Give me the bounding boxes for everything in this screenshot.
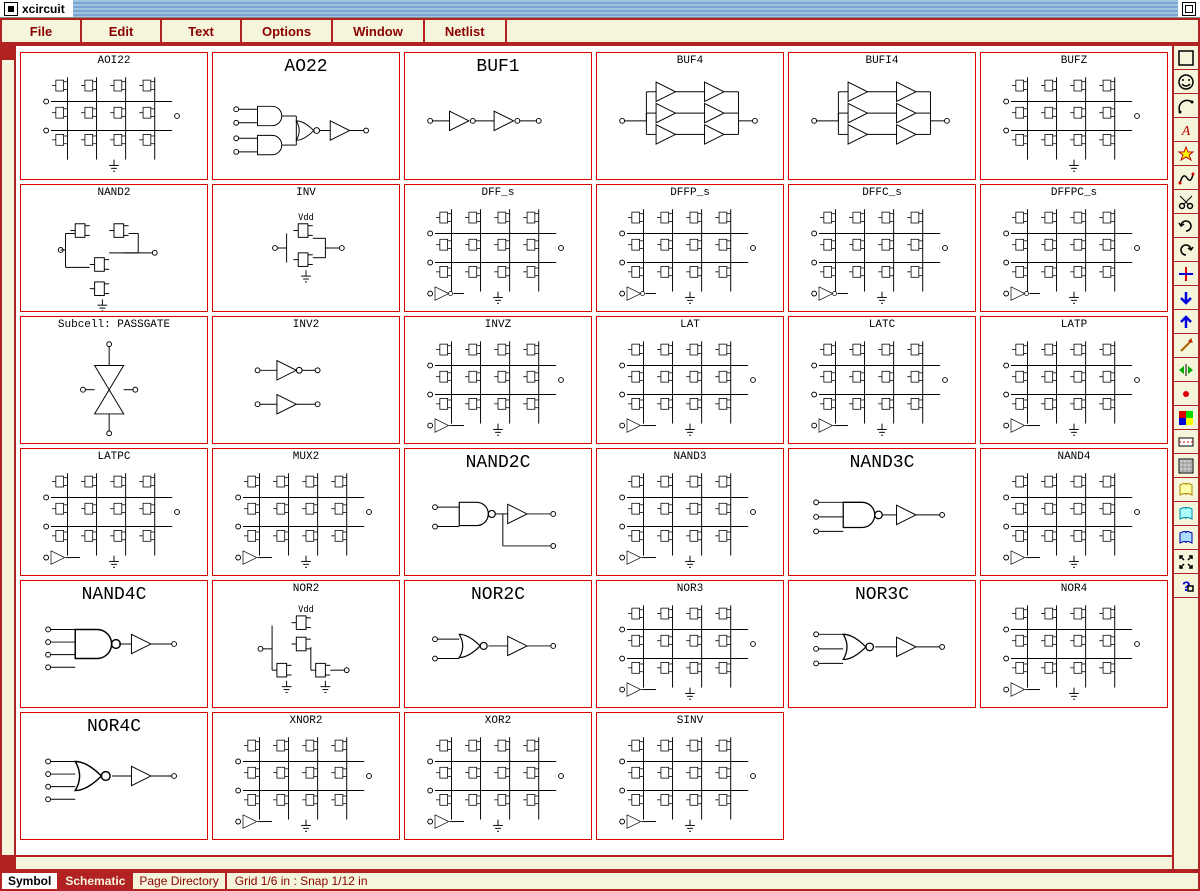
library-grid: AOI22AO22BUF1BUF4BUFI4BUFZNAND2INVVddDFF… — [20, 52, 1168, 851]
library-cell[interactable]: NAND2 — [20, 184, 208, 312]
library-cell[interactable]: DFF_s — [404, 184, 592, 312]
library-cell[interactable]: LAT — [596, 316, 784, 444]
colors-icon[interactable] — [1174, 406, 1198, 430]
book2-icon[interactable] — [1174, 502, 1198, 526]
menu-options[interactable]: Options — [242, 20, 333, 42]
library-cell[interactable]: LATC — [788, 316, 976, 444]
help-icon[interactable]: ? — [1174, 574, 1198, 598]
library-cell[interactable]: XOR2 — [404, 712, 592, 840]
library-cell[interactable]: INVZ — [404, 316, 592, 444]
library-cell[interactable]: AOI22 — [20, 52, 208, 180]
library-cell[interactable]: NOR4 — [980, 580, 1168, 708]
book3-icon[interactable] — [1174, 526, 1198, 550]
library-cell[interactable]: BUF1 — [404, 52, 592, 180]
svg-text:Vdd: Vdd — [298, 213, 314, 223]
menu-edit[interactable]: Edit — [82, 20, 162, 42]
library-cell[interactable]: LATP — [980, 316, 1168, 444]
library-cell[interactable]: NOR3 — [596, 580, 784, 708]
curve-icon[interactable] — [1174, 166, 1198, 190]
arc-icon[interactable] — [1174, 94, 1198, 118]
menu-netlist[interactable]: Netlist — [425, 20, 507, 42]
up-arrow-icon[interactable] — [1174, 310, 1198, 334]
library-cell[interactable]: NAND3C — [788, 448, 976, 576]
library-cell[interactable]: SINV — [596, 712, 784, 840]
library-cell[interactable]: DFFPC_s — [980, 184, 1168, 312]
rotate-cw-icon[interactable] — [1174, 214, 1198, 238]
text-a-icon[interactable]: A — [1174, 118, 1198, 142]
library-cell[interactable]: NAND3 — [596, 448, 784, 576]
library-cell[interactable]: NAND2C — [404, 448, 592, 576]
menu-file[interactable]: File — [2, 20, 82, 42]
library-cell[interactable]: NOR2Vdd — [212, 580, 400, 708]
main-area: AOI22AO22BUF1BUF4BUFI4BUFZNAND2INVVddDFF… — [0, 44, 1200, 871]
book1-icon[interactable] — [1174, 478, 1198, 502]
menu-window[interactable]: Window — [333, 20, 425, 42]
library-cell[interactable]: NAND4C — [20, 580, 208, 708]
window-menu-icon[interactable] — [4, 2, 18, 16]
library-cell[interactable]: NOR2C — [404, 580, 592, 708]
library-cell[interactable]: XNOR2 — [212, 712, 400, 840]
mirror-arrows-icon[interactable] — [1174, 358, 1198, 382]
statusbar: Symbol Schematic Page Directory Grid 1/6… — [0, 871, 1200, 891]
library-cell[interactable]: DFFC_s — [788, 184, 976, 312]
cross-icon[interactable] — [1174, 262, 1198, 286]
menubar: File Edit Text Options Window Netlist — [0, 18, 1200, 44]
library-cell[interactable]: INVVdd — [212, 184, 400, 312]
svg-text:Vdd: Vdd — [298, 605, 314, 615]
schematic-button[interactable]: Schematic — [59, 873, 133, 889]
page-directory-button[interactable]: Page Directory — [133, 873, 226, 889]
wand-icon[interactable] — [1174, 334, 1198, 358]
status-text: Grid 1/6 in : Snap 1/12 in — [227, 873, 1198, 889]
dashed-icon[interactable] — [1174, 430, 1198, 454]
maximize-icon[interactable] — [1182, 2, 1196, 16]
library-cell[interactable]: BUF4 — [596, 52, 784, 180]
canvas[interactable]: AOI22AO22BUF1BUF4BUFI4BUFZNAND2INVVddDFF… — [0, 44, 1174, 871]
library-cell[interactable]: Subcell: PASSGATE — [20, 316, 208, 444]
dot-icon[interactable] — [1174, 382, 1198, 406]
library-cell[interactable]: BUFI4 — [788, 52, 976, 180]
star-cursor-icon[interactable] — [1174, 142, 1198, 166]
library-cell[interactable]: DFFP_s — [596, 184, 784, 312]
library-cell[interactable]: MUX2 — [212, 448, 400, 576]
zoom-full-icon[interactable] — [1174, 550, 1198, 574]
down-arrow-icon[interactable] — [1174, 286, 1198, 310]
toolbar: A? — [1174, 44, 1200, 871]
library-cell[interactable]: NAND4 — [980, 448, 1168, 576]
titlebar-drag[interactable] — [73, 0, 1178, 17]
scroll-corner-bl — [2, 855, 16, 869]
library-cell[interactable]: AO22 — [212, 52, 400, 180]
library-cell[interactable]: INV2 — [212, 316, 400, 444]
library-cell[interactable]: BUFZ — [980, 52, 1168, 180]
svg-text:A: A — [1181, 124, 1191, 139]
empty-box-icon[interactable] — [1174, 46, 1198, 70]
library-cell[interactable]: NOR3C — [788, 580, 976, 708]
rotate-ccw-icon[interactable] — [1174, 238, 1198, 262]
titlebar: xcircuit — [0, 0, 1200, 18]
window-title: xcircuit — [22, 2, 65, 16]
grid-icon[interactable] — [1174, 454, 1198, 478]
scroll-corner-tl — [2, 46, 16, 60]
horizontal-scrollbar[interactable] — [16, 855, 1172, 869]
vertical-scrollbar[interactable] — [2, 60, 16, 855]
circle-smile-icon[interactable] — [1174, 70, 1198, 94]
library-cell[interactable]: LATPC — [20, 448, 208, 576]
symbol-button[interactable]: Symbol — [2, 873, 59, 889]
library-cell[interactable]: NOR4C — [20, 712, 208, 840]
scissors-icon[interactable] — [1174, 190, 1198, 214]
menu-text[interactable]: Text — [162, 20, 242, 42]
